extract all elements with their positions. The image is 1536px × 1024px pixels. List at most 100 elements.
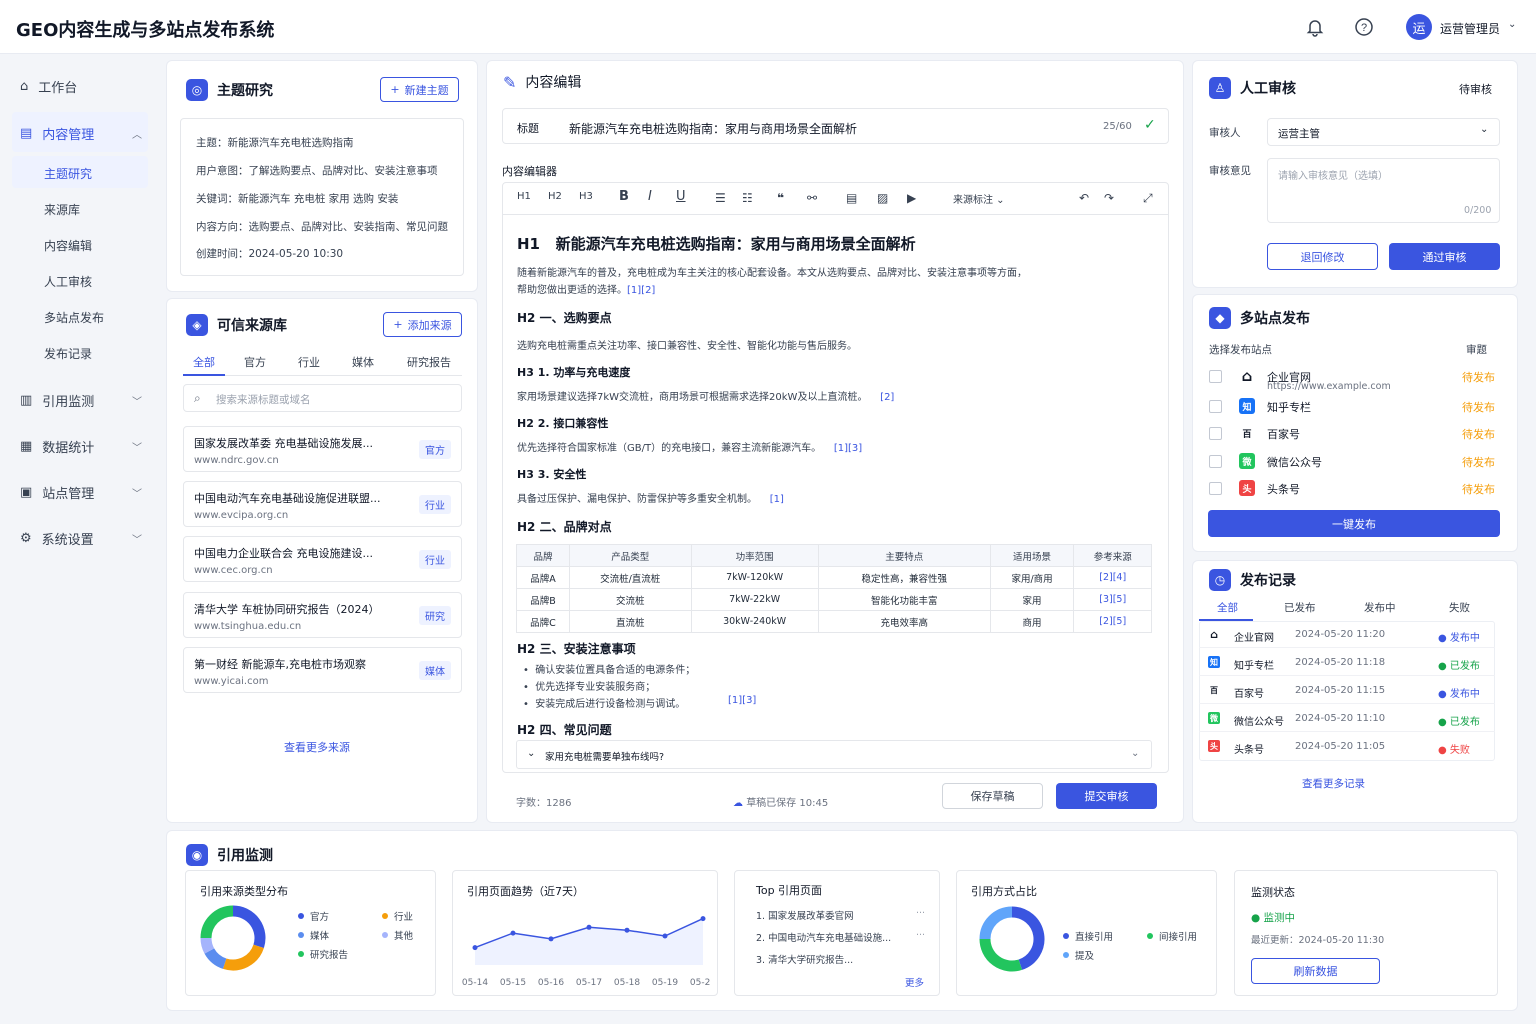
title-field[interactable]: 标题 新能源汽车充电桩选购指南：家用与商用场景全面解析 25/60 ✓ <box>502 108 1169 144</box>
sidebar-item-stats[interactable]: ▦ 数据统计 ﹀ <box>20 437 148 456</box>
avatar[interactable]: 运 <box>1406 14 1432 40</box>
video-icon[interactable]: ▶ <box>907 191 916 205</box>
source-item[interactable]: 清华大学 车桩协同研究报告（2024） www.tsinghua.edu.cn 研究 <box>183 592 462 638</box>
top-page-item[interactable]: 1. 国家发展改革委官网 ··· <box>756 908 928 922</box>
editor-card-title: ✎ 内容编辑 <box>503 72 582 92</box>
sidebar-item-sites[interactable]: ▣ 站点管理 ﹀ <box>20 483 148 502</box>
record-row[interactable]: 微 微信公众号 2024-05-20 11:10 ● 已发布 <box>1199 705 1495 732</box>
tab-industry[interactable]: 行业 <box>298 354 320 370</box>
new-topic-button[interactable]: + 新建主题 <box>380 77 459 102</box>
site-checkbox[interactable] <box>1209 400 1222 413</box>
ordered-list-icon[interactable]: ☷ <box>742 191 753 205</box>
user-name[interactable]: 运营管理员 <box>1440 20 1500 37</box>
image-icon[interactable]: ▨ <box>877 191 888 205</box>
opinion-textarea[interactable]: 请输入审核意见（选填） 0/200 <box>1267 158 1500 223</box>
tab-media[interactable]: 媒体 <box>352 354 374 370</box>
table-cell-ref[interactable]: [3][5] <box>1073 588 1152 611</box>
record-row[interactable]: ⌂ 企业官网 2024-05-20 11:20 ● 发布中 <box>1199 621 1495 648</box>
fullscreen-icon[interactable]: ⤢ <box>1143 191 1153 206</box>
top-pages-title: Top 引用页面 <box>756 884 823 897</box>
sidebar-item-workbench[interactable]: ⌂ 工作台 <box>20 77 148 96</box>
records-tab-published[interactable]: 已发布 <box>1284 600 1316 615</box>
sub-item-records[interactable]: 发布记录 <box>44 345 92 362</box>
link-icon[interactable]: ⚯ <box>807 191 817 205</box>
site-checkbox[interactable] <box>1209 482 1222 495</box>
undo-icon[interactable]: ↶ <box>1079 191 1089 205</box>
trend-x-tick: 05-19 <box>652 978 678 988</box>
table-cell-ref[interactable]: [2][4] <box>1073 566 1152 589</box>
record-row[interactable]: 头 头条号 2024-05-20 11:05 ● 失败 <box>1199 733 1495 760</box>
site-row[interactable]: ⌂ 企业官网 https://www.example.com 待发布 <box>1209 366 1499 392</box>
check-circle-icon: ✓ <box>1144 117 1156 133</box>
sub-item-review[interactable]: 人工审核 <box>44 273 92 290</box>
table-cell-ref[interactable]: [2][5] <box>1073 610 1152 633</box>
tab-official[interactable]: 官方 <box>244 354 266 370</box>
h1-button[interactable]: H1 <box>517 191 531 202</box>
title-input[interactable]: 新能源汽车充电桩选购指南：家用与商用场景全面解析 <box>569 120 857 137</box>
source-item[interactable]: 中国电力企业联合会 充电设施建设... www.cec.org.cn 行业 <box>183 536 462 582</box>
site-checkbox[interactable] <box>1209 370 1222 383</box>
record-row[interactable]: 知 知乎专栏 2024-05-20 11:18 ● 已发布 <box>1199 649 1495 676</box>
site-row[interactable]: 微 微信公众号 待发布 <box>1209 451 1499 473</box>
bold-button[interactable]: B <box>619 189 629 204</box>
faq-accordion[interactable]: ⌄ 家用充电桩需要单独布线吗? ⌄ <box>516 740 1152 769</box>
quote-icon[interactable]: ❝ <box>777 191 784 205</box>
more-records-link[interactable]: 查看更多记录 <box>1302 776 1365 791</box>
more-sources-link[interactable]: 查看更多来源 <box>284 739 350 755</box>
bell-icon[interactable] <box>1305 17 1325 37</box>
site-row[interactable]: 头 头条号 待发布 <box>1209 478 1499 500</box>
monitor-status-title: 监测状态 <box>1251 886 1295 899</box>
sub-item-publish[interactable]: 多站点发布 <box>44 309 104 326</box>
topic-line: 用户意图：了解选购要点、品牌对比、安装注意事项 <box>196 165 438 177</box>
reviewer-select[interactable]: 运营主管 ⌄ <box>1267 118 1500 146</box>
source-tag-dropdown[interactable]: 来源标注 ⌄ <box>953 191 1005 206</box>
save-draft-button[interactable]: 保存草稿 <box>942 783 1043 809</box>
doc-bullet-ref[interactable]: [1][3] <box>728 695 756 706</box>
reject-button[interactable]: 退回修改 <box>1267 243 1378 270</box>
top-page-item[interactable]: 2. 中国电动汽车充电基础设施... ··· <box>756 930 928 944</box>
h2-button[interactable]: H2 <box>548 191 562 202</box>
table-icon[interactable]: ▤ <box>846 191 857 205</box>
records-tab-publishing[interactable]: 发布中 <box>1364 600 1396 615</box>
sub-item-topic[interactable]: 主题研究 <box>44 165 92 182</box>
record-row[interactable]: 百 百家号 2024-05-20 11:15 ● 发布中 <box>1199 677 1495 704</box>
source-item[interactable]: 第一财经 新能源车,充电桩市场观察 www.yicai.com 媒体 <box>183 647 462 693</box>
records-tab-all[interactable]: 全部 <box>1217 600 1238 615</box>
source-item[interactable]: 中国电动汽车充电基础设施促进联盟... www.evcipa.org.cn 行业 <box>183 481 462 527</box>
top-page-item[interactable]: 3. 清华大学研究报告... <box>756 952 928 966</box>
italic-button[interactable]: I <box>648 189 652 204</box>
underline-button[interactable]: U <box>676 189 686 204</box>
sidebar-item-settings[interactable]: ⚙ 系统设置 ﹀ <box>20 529 148 548</box>
sub-item-edit[interactable]: 内容编辑 <box>44 237 92 254</box>
records-tab-failed[interactable]: 失败 <box>1449 600 1470 615</box>
gear-icon: ⚙ <box>20 531 32 546</box>
trend-x-tick: 05-20 <box>690 978 711 988</box>
site-row[interactable]: 知 知乎专栏 待发布 <box>1209 396 1499 418</box>
tab-research[interactable]: 研究报告 <box>407 354 451 370</box>
sub-item-sources[interactable]: 来源库 <box>44 201 80 218</box>
refresh-button[interactable]: 刷新数据 <box>1251 958 1380 984</box>
site-checkbox[interactable] <box>1209 427 1222 440</box>
source-badge: 行业 <box>419 495 451 514</box>
submit-review-button[interactable]: 提交审核 <box>1056 783 1157 809</box>
wechat-icon: 微 <box>1239 453 1255 469</box>
site-row[interactable]: 百 百家号 待发布 <box>1209 423 1499 445</box>
trend-x-tick: 05-17 <box>576 978 602 988</box>
site-checkbox[interactable] <box>1209 455 1222 468</box>
sidebar-item-monitor[interactable]: ▥ 引用监测 ﹀ <box>20 391 148 410</box>
tab-all[interactable]: 全部 <box>193 354 215 370</box>
sidebar-item-content[interactable]: ▤ 内容管理 ︿ <box>20 124 148 143</box>
top-pages-more-link[interactable]: 更多 <box>905 975 924 989</box>
chevron-down-icon[interactable]: ⌄ <box>1508 19 1516 30</box>
source-search[interactable]: ⌕ 搜索来源标题或域名 <box>183 384 462 412</box>
help-icon[interactable]: ? <box>1354 17 1374 37</box>
redo-icon[interactable]: ↷ <box>1104 191 1114 205</box>
donut-slice-行业 <box>222 944 264 971</box>
add-source-button[interactable]: + 添加来源 <box>383 312 462 337</box>
publish-all-button[interactable]: 一键发布 <box>1208 510 1500 537</box>
topic-details: 主题：新能源汽车充电桩选购指南 用户意图：了解选购要点、品牌对比、安装注意事项 … <box>180 118 464 276</box>
source-item[interactable]: 国家发展改革委 充电基础设施发展... www.ndrc.gov.cn 官方 <box>183 426 462 472</box>
bullet-list-icon[interactable]: ☰ <box>715 191 726 205</box>
approve-button[interactable]: 通过审核 <box>1389 243 1500 270</box>
h3-button[interactable]: H3 <box>579 191 593 202</box>
